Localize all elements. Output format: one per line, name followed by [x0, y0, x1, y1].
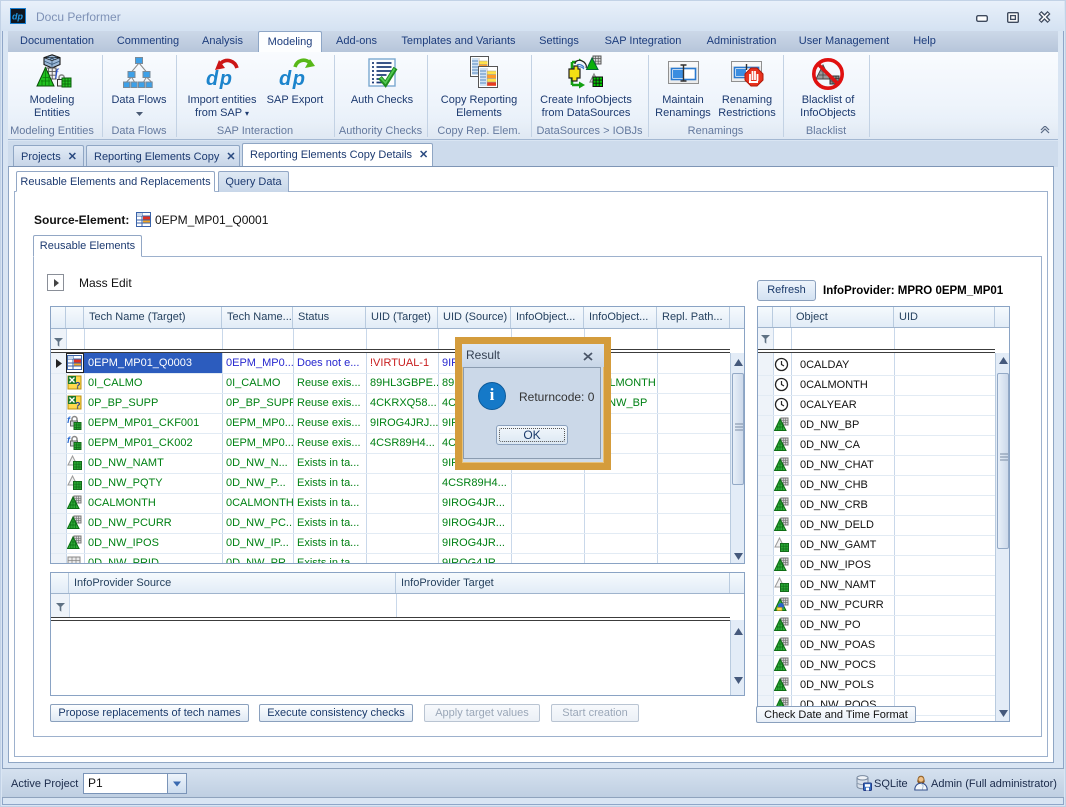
svg-text:?: ?: [75, 401, 81, 411]
svg-text:dp: dp: [206, 68, 233, 90]
svg-text:dp: dp: [12, 12, 23, 22]
svg-text:?: ?: [75, 381, 81, 391]
svg-text:dp: dp: [279, 68, 306, 90]
